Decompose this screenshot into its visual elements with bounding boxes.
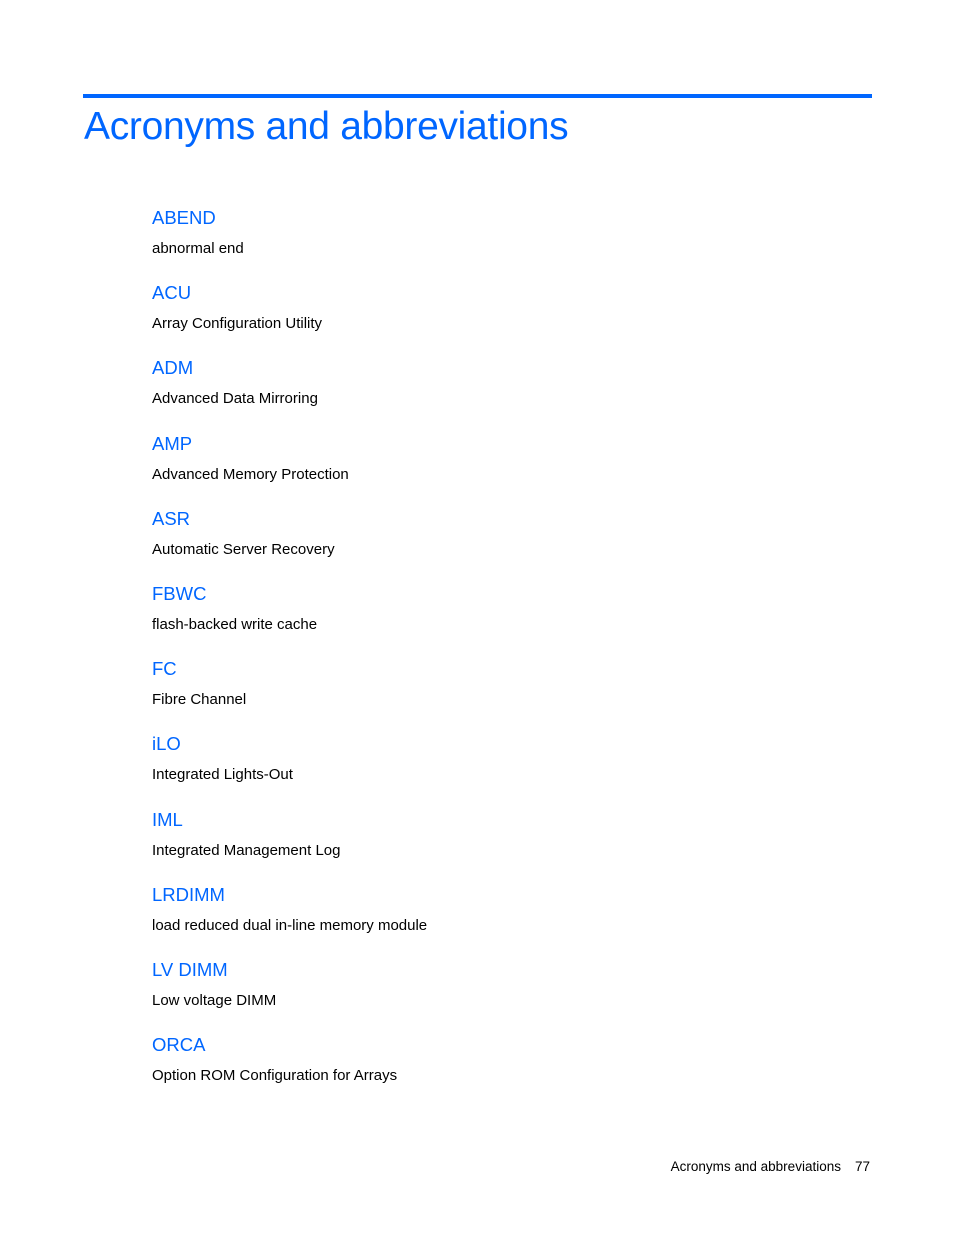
- glossary-term[interactable]: ASR: [152, 506, 190, 532]
- glossary-term[interactable]: LV DIMM: [152, 957, 228, 983]
- title-rule: [83, 94, 872, 98]
- glossary-entry: ORCA Option ROM Configuration for Arrays: [152, 1032, 852, 1107]
- glossary-definition: flash-backed write cache: [152, 615, 318, 633]
- glossary-entry: IML Integrated Management Log: [152, 807, 852, 882]
- glossary-definition: Advanced Data Mirroring: [152, 390, 318, 408]
- glossary-entry: ACU Array Configuration Utility: [152, 280, 852, 355]
- glossary-definition: Low voltage DIMM: [152, 991, 277, 1009]
- glossary-definition: Fibre Channel: [152, 691, 247, 709]
- glossary-entry: LRDIMM load reduced dual in-line memory …: [152, 882, 852, 957]
- glossary-definition: Option ROM Configuration for Arrays: [152, 1067, 398, 1085]
- glossary-definition: load reduced dual in-line memory module: [152, 916, 428, 934]
- page-number: 77: [854, 1159, 870, 1174]
- glossary-definition: Integrated Lights-Out: [152, 766, 293, 784]
- glossary-list: ABEND abnormal end ACU Array Configurati…: [152, 205, 852, 1107]
- footer-section-title: Acronyms and abbreviations: [670, 1159, 841, 1174]
- glossary-term[interactable]: ACU: [152, 280, 191, 306]
- glossary-definition: Advanced Memory Protection: [152, 465, 349, 483]
- glossary-definition: Integrated Management Log: [152, 841, 341, 859]
- glossary-term[interactable]: ADM: [152, 355, 193, 381]
- glossary-entry: FC Fibre Channel: [152, 656, 852, 731]
- glossary-term[interactable]: ORCA: [152, 1032, 205, 1058]
- page-footer: Acronyms and abbreviations 77: [671, 1157, 870, 1177]
- glossary-term[interactable]: IML: [152, 807, 183, 833]
- glossary-entry: AMP Advanced Memory Protection: [152, 431, 852, 506]
- glossary-term[interactable]: ABEND: [152, 205, 216, 231]
- glossary-entry: LV DIMM Low voltage DIMM: [152, 957, 852, 1032]
- glossary-term[interactable]: LRDIMM: [152, 882, 225, 908]
- glossary-entry: ABEND abnormal end: [152, 205, 852, 280]
- glossary-entry: ADM Advanced Data Mirroring: [152, 355, 852, 430]
- glossary-term[interactable]: iLO: [152, 731, 181, 757]
- page-title: Acronyms and abbreviations: [84, 105, 569, 148]
- glossary-entry: FBWC flash-backed write cache: [152, 581, 852, 656]
- glossary-term[interactable]: FBWC: [152, 581, 206, 607]
- glossary-entry: iLO Integrated Lights-Out: [152, 731, 852, 806]
- glossary-term[interactable]: AMP: [152, 431, 192, 457]
- glossary-definition: Automatic Server Recovery: [152, 540, 335, 558]
- glossary-term[interactable]: FC: [152, 656, 177, 682]
- glossary-definition: abnormal end: [152, 240, 244, 257]
- glossary-entry: ASR Automatic Server Recovery: [152, 506, 852, 581]
- glossary-definition: Array Configuration Utility: [152, 315, 323, 333]
